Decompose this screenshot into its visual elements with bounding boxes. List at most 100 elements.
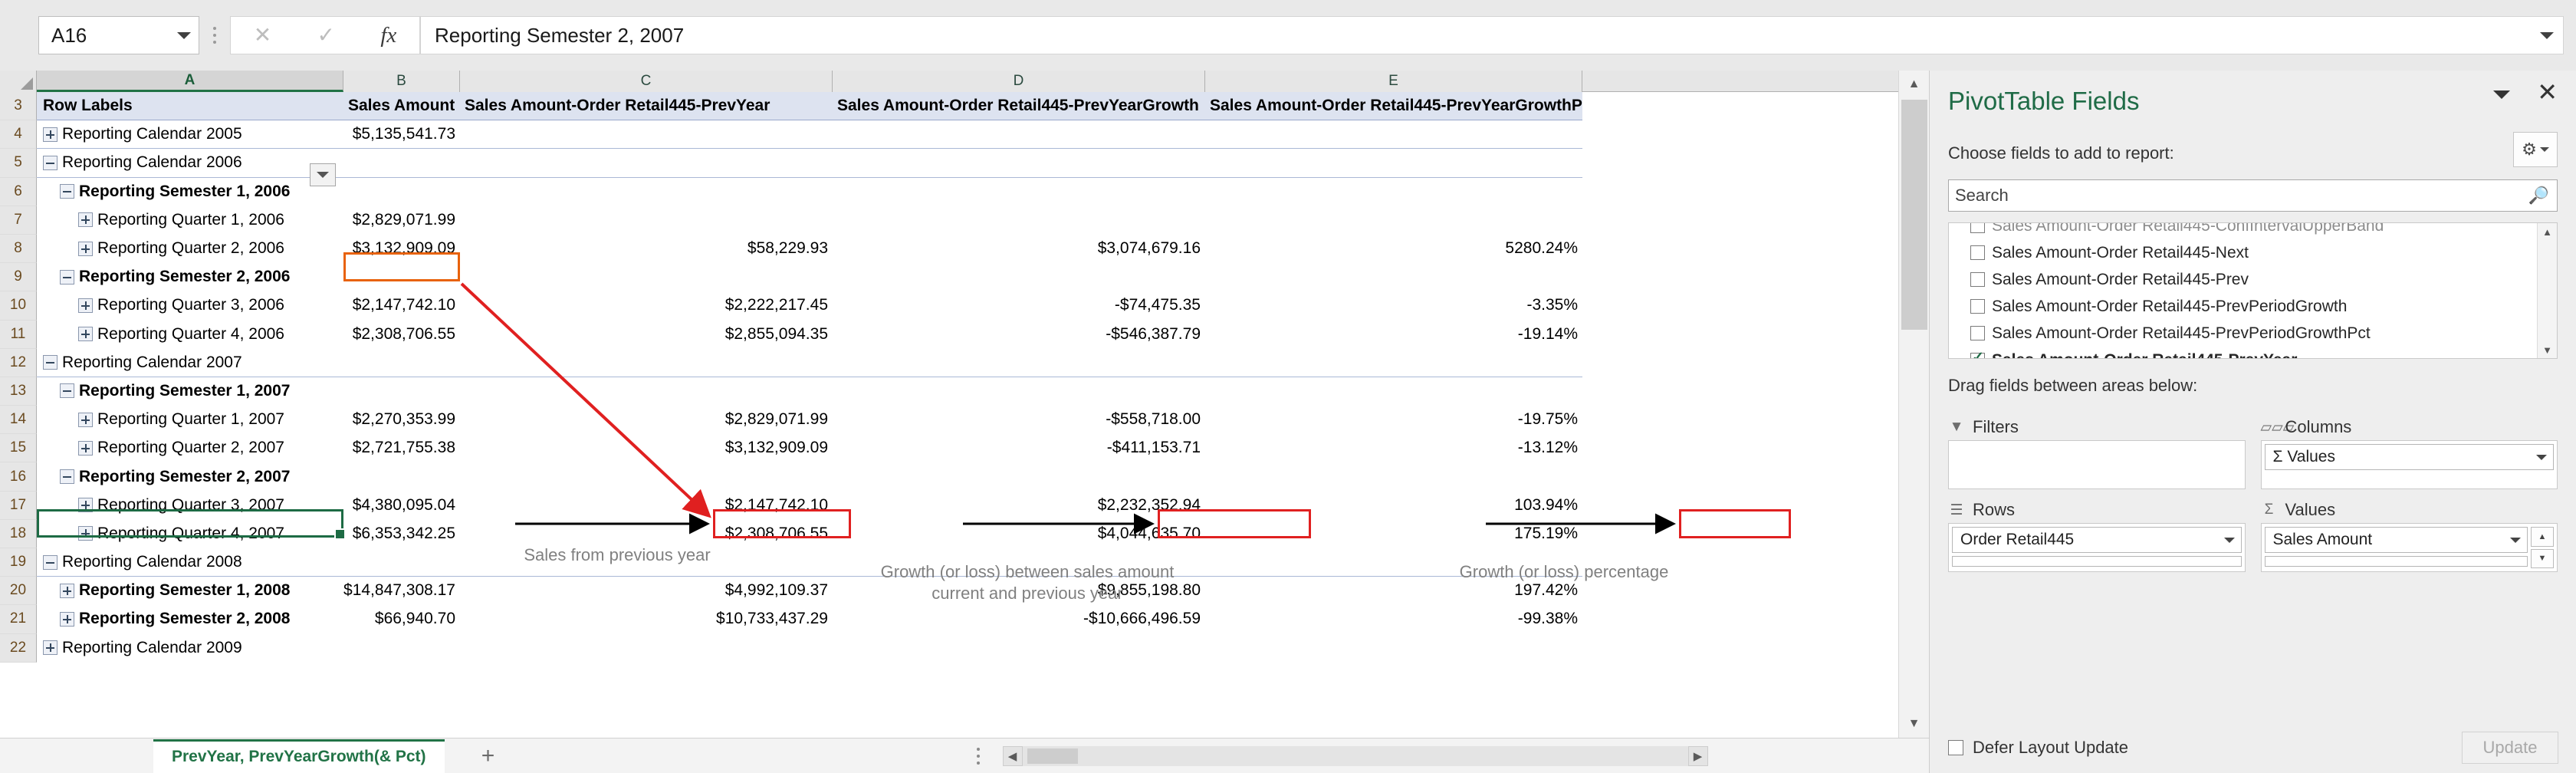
cell-a[interactable]: Reporting Quarter 4, 2007: [37, 520, 343, 548]
row-header[interactable]: 5: [0, 149, 37, 178]
cell-b[interactable]: [343, 634, 460, 663]
formula-bar-grip[interactable]: [199, 16, 230, 54]
cell-d[interactable]: $4,044,635.70: [833, 520, 1205, 548]
table-row[interactable]: 5 Reporting Calendar 2006: [0, 149, 1898, 178]
table-row[interactable]: 12 Reporting Calendar 2007: [0, 348, 1898, 377]
cell-b[interactable]: [343, 149, 460, 178]
expand-icon[interactable]: [78, 212, 93, 228]
cell-c[interactable]: [460, 149, 833, 178]
row-header[interactable]: 17: [0, 491, 37, 520]
row-header[interactable]: 9: [0, 263, 37, 292]
column-header-b[interactable]: B: [343, 71, 460, 92]
row-header[interactable]: 20: [0, 577, 37, 606]
cell-b[interactable]: $2,308,706.55: [343, 321, 460, 349]
collapse-icon[interactable]: [60, 383, 74, 399]
table-row[interactable]: 6 Reporting Semester 1, 2006: [0, 177, 1898, 206]
cell-a[interactable]: Reporting Calendar 2009: [37, 634, 343, 663]
cell-a[interactable]: Reporting Quarter 1, 2007: [37, 406, 343, 434]
expand-icon[interactable]: [60, 611, 74, 627]
cell-c[interactable]: $4,992,109.37: [460, 577, 833, 605]
update-button[interactable]: Update: [2462, 732, 2558, 764]
cell-d[interactable]: [833, 178, 1205, 206]
cell-d[interactable]: [833, 263, 1205, 291]
cell-b[interactable]: $2,829,071.99: [343, 206, 460, 235]
area-columns[interactable]: ▱▱▱ Columns Σ Values: [2260, 406, 2558, 489]
collapse-icon[interactable]: [60, 184, 74, 199]
cell-a[interactable]: Reporting Calendar 2008: [37, 548, 343, 577]
cell-d[interactable]: [833, 377, 1205, 406]
search-input[interactable]: Search 🔍: [1948, 179, 2558, 212]
spreadsheet-grid[interactable]: A B C D E 3 Row Labels Sales Amount Sales A…: [0, 71, 1929, 738]
cell-a[interactable]: Reporting Quarter 2, 2006: [37, 235, 343, 263]
horizontal-scrollbar[interactable]: ◀ ▶: [1002, 745, 1708, 766]
checkbox-icon[interactable]: [1970, 299, 1985, 314]
row-header[interactable]: 15: [0, 434, 37, 463]
values-chip-sales-amount[interactable]: Sales Amount: [2264, 527, 2528, 553]
cell-c[interactable]: [460, 263, 833, 291]
cell-e[interactable]: 175.19%: [1205, 520, 1582, 548]
cell-d[interactable]: -$411,153.71: [833, 434, 1205, 462]
cell-b[interactable]: $5,135,541.73: [343, 120, 460, 150]
checkbox-icon[interactable]: [1970, 272, 1985, 287]
values-chip-partial[interactable]: [2264, 556, 2528, 567]
column-header-e[interactable]: E: [1205, 71, 1582, 92]
expand-icon[interactable]: [78, 498, 93, 513]
row-header[interactable]: 19: [0, 548, 37, 577]
scroll-right-icon[interactable]: ▶: [1687, 745, 1708, 766]
area-rows[interactable]: ☰ Rows Order Retail445: [1948, 489, 2246, 572]
formula-input[interactable]: Reporting Semester 2, 2007: [420, 16, 2564, 54]
cell-b[interactable]: [343, 377, 460, 406]
expand-icon[interactable]: [78, 241, 93, 256]
vertical-scroll-thumb[interactable]: [1901, 100, 1927, 330]
cell-d[interactable]: -$558,718.00: [833, 406, 1205, 434]
cell-e[interactable]: -99.38%: [1205, 605, 1582, 633]
cell-e[interactable]: [1205, 349, 1582, 377]
row-header[interactable]: 13: [0, 377, 37, 406]
cell-a[interactable]: Reporting Semester 2, 2006: [37, 263, 343, 291]
row-labels-filter-button[interactable]: [310, 163, 336, 186]
checkbox-icon[interactable]: [1948, 740, 1963, 755]
chevron-down-icon[interactable]: [2536, 454, 2547, 460]
cell-b[interactable]: [343, 349, 460, 377]
cell-b[interactable]: $2,270,353.99: [343, 406, 460, 434]
cell-d[interactable]: [833, 149, 1205, 178]
cell-e[interactable]: [1205, 263, 1582, 291]
cell-c[interactable]: Sales Amount-Order Retail445-PrevYear: [460, 92, 833, 121]
close-icon[interactable]: ✕: [2537, 80, 2558, 104]
field-list-item[interactable]: Sales Amount-Order Retail445-ConfInterva…: [1949, 223, 2557, 239]
cell-b[interactable]: $4,380,095.04: [343, 492, 460, 520]
area-values[interactable]: Σ Values Sales Amount ▲ ▼: [2260, 489, 2558, 572]
cell-e[interactable]: [1205, 206, 1582, 235]
row-header[interactable]: 21: [0, 605, 37, 634]
cell-d[interactable]: [833, 120, 1205, 150]
cell-b[interactable]: [343, 263, 460, 291]
chevron-down-icon[interactable]: [2510, 537, 2521, 543]
cell-b[interactable]: $14,847,308.17: [343, 577, 460, 605]
row-header[interactable]: 16: [0, 462, 37, 492]
cell-a[interactable]: Reporting Quarter 4, 2006: [37, 321, 343, 349]
cell-e[interactable]: [1205, 178, 1582, 206]
columns-chip-values[interactable]: Σ Values: [2264, 444, 2554, 470]
expand-icon[interactable]: [60, 583, 74, 598]
name-box[interactable]: A16: [38, 16, 199, 54]
cell-d[interactable]: -$546,387.79: [833, 321, 1205, 349]
cell-e[interactable]: [1205, 120, 1582, 150]
column-header-a[interactable]: A: [37, 71, 343, 92]
cell-e[interactable]: 5280.24%: [1205, 235, 1582, 263]
cell-e[interactable]: [1205, 462, 1582, 491]
expand-icon[interactable]: [78, 298, 93, 313]
cell-d[interactable]: -$10,666,496.59: [833, 605, 1205, 633]
cell-c[interactable]: [460, 634, 833, 663]
cell-d[interactable]: $3,074,679.16: [833, 235, 1205, 263]
cell-a[interactable]: Reporting Calendar 2005: [37, 120, 343, 150]
cell-c[interactable]: $10,733,437.29: [460, 605, 833, 633]
cell-c[interactable]: [460, 377, 833, 406]
vertical-scrollbar[interactable]: ▲ ▼: [1898, 71, 1930, 738]
row-header[interactable]: 10: [0, 291, 37, 321]
scroll-down-icon[interactable]: ▼: [2542, 341, 2552, 358]
cell-a[interactable]: Row Labels: [37, 92, 343, 121]
table-row[interactable]: 17 Reporting Quarter 3, 2007 $4,380,095.04…: [0, 491, 1898, 520]
cell-b[interactable]: [343, 462, 460, 491]
cell-a[interactable]: Reporting Quarter 2, 2007: [37, 434, 343, 462]
values-move-up-icon[interactable]: ▲: [2531, 527, 2554, 547]
